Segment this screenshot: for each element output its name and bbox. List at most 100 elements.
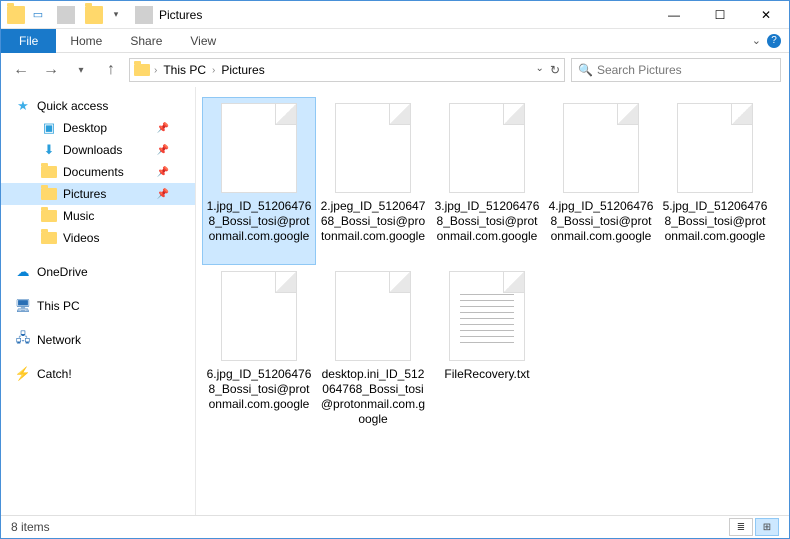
forward-button[interactable]: → — [39, 58, 63, 82]
up-button[interactable]: ↑ — [99, 58, 123, 82]
pin-icon: 📌 — [157, 145, 169, 156]
sidebar-quick-access[interactable]: ★ Quick access — [1, 95, 195, 117]
thispc-icon: 🖥 — [15, 298, 31, 314]
file-name: 4.jpg_ID_512064768_Bossi_tosi@protonmail… — [548, 199, 654, 244]
sidebar-item-label: Music — [63, 209, 94, 223]
blank-file-icon — [221, 103, 297, 193]
address-bar[interactable]: › This PC › Pictures ⌄ ↻ — [129, 58, 565, 82]
sidebar-thispc[interactable]: 🖥 This PC — [1, 295, 195, 317]
tab-share[interactable]: Share — [116, 30, 176, 52]
statusbar: 8 items ≣ ⊞ — [1, 515, 789, 538]
pin-icon: 📌 — [157, 167, 169, 178]
folder-icon — [134, 62, 150, 78]
chevron-down-icon[interactable]: ⌄ — [536, 63, 544, 77]
refresh-icon[interactable]: ↻ — [550, 63, 560, 77]
file-grid[interactable]: 1.jpg_ID_512064768_Bossi_tosi@protonmail… — [196, 87, 789, 517]
documents-icon — [41, 164, 57, 180]
file-name: 2.jpeg_ID_512064768_Bossi_tosi@protonmai… — [320, 199, 426, 244]
details-view-button[interactable]: ≣ — [729, 518, 753, 536]
videos-icon — [41, 230, 57, 246]
sidebar-item-label: Desktop — [63, 121, 107, 135]
status-item-count: 8 items — [11, 520, 50, 534]
search-icon: 🔍 — [578, 63, 593, 77]
blank-file-icon — [449, 103, 525, 193]
sidebar-item-documents[interactable]: Documents 📌 — [1, 161, 195, 183]
pin-icon: 📌 — [157, 189, 169, 200]
catch-icon: ⚡ — [15, 366, 31, 382]
back-button[interactable]: ← — [9, 58, 33, 82]
sidebar-item-label: This PC — [37, 299, 80, 313]
file-item[interactable]: 4.jpg_ID_512064768_Bossi_tosi@protonmail… — [544, 97, 658, 265]
file-name: 3.jpg_ID_512064768_Bossi_tosi@protonmail… — [434, 199, 540, 244]
search-placeholder: Search Pictures — [597, 63, 682, 77]
divider — [135, 6, 153, 24]
expand-ribbon-icon[interactable]: ⌄ — [752, 34, 761, 48]
file-item[interactable]: desktop.ini_ID_512064768_Bossi_tosi@prot… — [316, 265, 430, 433]
sidebar-catch[interactable]: ⚡ Catch! — [1, 363, 195, 385]
chevron-right-icon[interactable]: › — [212, 65, 215, 76]
file-item[interactable]: 3.jpg_ID_512064768_Bossi_tosi@protonmail… — [430, 97, 544, 265]
maximize-button[interactable]: ☐ — [697, 1, 743, 29]
sidebar-onedrive[interactable]: ☁ OneDrive — [1, 261, 195, 283]
file-name: desktop.ini_ID_512064768_Bossi_tosi@prot… — [320, 367, 426, 427]
file-item[interactable]: 5.jpg_ID_512064768_Bossi_tosi@protonmail… — [658, 97, 772, 265]
network-icon: 🖧 — [15, 332, 31, 348]
folder-icon — [7, 6, 25, 24]
sidebar-network[interactable]: 🖧 Network — [1, 329, 195, 351]
ribbon: File Home Share View ⌄ ? — [1, 29, 789, 53]
window-title: Pictures — [159, 8, 202, 22]
sidebar-item-label: Catch! — [37, 367, 72, 381]
minimize-button[interactable]: — — [651, 1, 697, 29]
breadcrumb-pictures[interactable]: Pictures — [219, 63, 266, 77]
tab-file[interactable]: File — [1, 29, 56, 53]
large-icons-view-button[interactable]: ⊞ — [755, 518, 779, 536]
desktop-icon: ▣ — [41, 120, 57, 136]
breadcrumb-thispc[interactable]: This PC — [161, 63, 208, 77]
divider — [57, 6, 75, 24]
navigation-pane: ★ Quick access ▣ Desktop 📌 ⬇ Downloads 📌… — [1, 87, 196, 517]
navbar: ← → ▾ ↑ › This PC › Pictures ⌄ ↻ 🔍 Searc… — [1, 53, 789, 87]
sidebar-item-label: Pictures — [63, 187, 106, 201]
file-item[interactable]: 2.jpeg_ID_512064768_Bossi_tosi@protonmai… — [316, 97, 430, 265]
star-icon: ★ — [15, 98, 31, 114]
quick-access-toolbar: ▭ ▾ — [7, 6, 159, 24]
chevron-right-icon[interactable]: › — [154, 65, 157, 76]
help-icon[interactable]: ? — [767, 34, 781, 48]
sidebar-item-music[interactable]: Music — [1, 205, 195, 227]
file-name: 5.jpg_ID_512064768_Bossi_tosi@protonmail… — [662, 199, 768, 244]
window-controls: — ☐ ✕ — [651, 1, 789, 29]
text-file-icon — [449, 271, 525, 361]
blank-file-icon — [677, 103, 753, 193]
sidebar-item-label: Network — [37, 333, 81, 347]
onedrive-icon: ☁ — [15, 264, 31, 280]
sidebar-item-pictures[interactable]: Pictures 📌 — [1, 183, 195, 205]
file-name: 1.jpg_ID_512064768_Bossi_tosi@protonmail… — [206, 199, 312, 244]
blank-file-icon — [563, 103, 639, 193]
chevron-down-icon[interactable]: ▾ — [107, 6, 125, 24]
blank-file-icon — [335, 271, 411, 361]
properties-icon[interactable]: ▭ — [29, 6, 47, 24]
folder-icon — [85, 6, 103, 24]
sidebar-item-label: Quick access — [37, 99, 108, 113]
blank-file-icon — [335, 103, 411, 193]
recent-locations-button[interactable]: ▾ — [69, 58, 93, 82]
sidebar-item-label: Documents — [63, 165, 124, 179]
file-item[interactable]: 6.jpg_ID_512064768_Bossi_tosi@protonmail… — [202, 265, 316, 433]
search-input[interactable]: 🔍 Search Pictures — [571, 58, 781, 82]
sidebar-item-downloads[interactable]: ⬇ Downloads 📌 — [1, 139, 195, 161]
sidebar-item-desktop[interactable]: ▣ Desktop 📌 — [1, 117, 195, 139]
titlebar: ▭ ▾ Pictures — ☐ ✕ — [1, 1, 789, 29]
sidebar-item-label: Videos — [63, 231, 99, 245]
tab-home[interactable]: Home — [56, 30, 116, 52]
music-icon — [41, 208, 57, 224]
pictures-icon — [41, 186, 57, 202]
close-button[interactable]: ✕ — [743, 1, 789, 29]
sidebar-item-label: Downloads — [63, 143, 122, 157]
file-item[interactable]: FileRecovery.txt — [430, 265, 544, 433]
pin-icon: 📌 — [157, 123, 169, 134]
sidebar-item-label: OneDrive — [37, 265, 88, 279]
tab-view[interactable]: View — [176, 30, 230, 52]
file-item[interactable]: 1.jpg_ID_512064768_Bossi_tosi@protonmail… — [202, 97, 316, 265]
sidebar-item-videos[interactable]: Videos — [1, 227, 195, 249]
blank-file-icon — [221, 271, 297, 361]
